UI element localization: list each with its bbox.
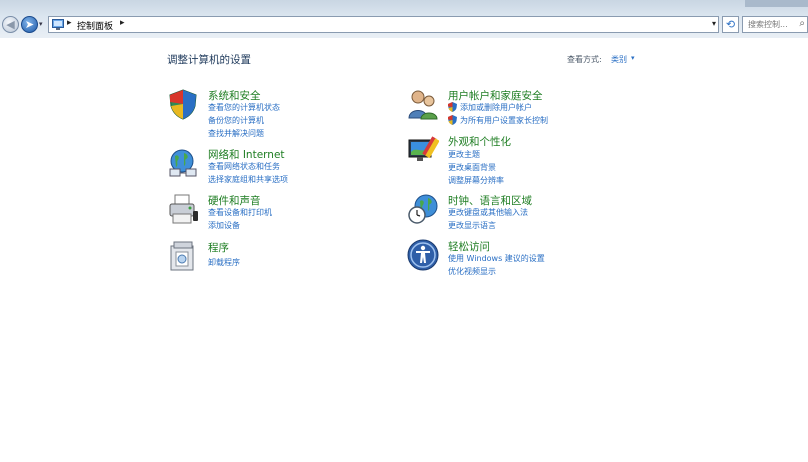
link-change-theme[interactable]: 更改主题: [448, 149, 480, 160]
refresh-button[interactable]: ⟲: [722, 16, 739, 33]
link-recommended-settings[interactable]: 使用 Windows 建议的设置: [448, 253, 545, 264]
link-add-remove-accounts[interactable]: 添加或删除用户帐户: [460, 102, 532, 113]
category-appearance: 外观和个性化 更改主题 更改桌面背景 调整屏幕分辨率: [407, 134, 627, 186]
address-bar[interactable]: ▸ 控制面板 ▸ ▾: [48, 16, 719, 33]
link-add-device[interactable]: 添加设备: [208, 220, 240, 231]
search-icon[interactable]: ⌕: [799, 18, 805, 29]
link-view-computer-status[interactable]: 查看您的计算机状态: [208, 102, 280, 113]
category-programs: 程序 卸载程序: [167, 240, 387, 272]
navigation-bar: ◀ ➤ ▾ ▸ 控制面板 ▸ ▾ ⟲ 搜索控制... ⌕: [0, 0, 808, 38]
link-change-desktop-background[interactable]: 更改桌面背景: [448, 162, 496, 173]
link-view-network-status[interactable]: 查看网络状态和任务: [208, 161, 280, 172]
category-network-internet: 网络和 Internet 查看网络状态和任务 选择家庭组和共享选项: [167, 147, 387, 187]
category-title-network-internet[interactable]: 网络和 Internet: [208, 147, 285, 162]
category-title-programs[interactable]: 程序: [208, 240, 229, 255]
programs-box-icon: [170, 241, 194, 271]
network-globe-icon: [169, 149, 197, 177]
category-system-security: 系统和安全 查看您的计算机状态 备份您的计算机 查找并解决问题: [167, 88, 387, 140]
view-by-label: 查看方式:: [567, 55, 602, 64]
printer-icon: [169, 194, 198, 224]
view-by-dropdown[interactable]: 类别: [611, 54, 627, 65]
link-parental-controls[interactable]: 为所有用户设置家长控制: [460, 115, 548, 126]
breadcrumb-separator-icon[interactable]: ▸: [67, 18, 72, 28]
link-uninstall-program[interactable]: 卸载程序: [208, 257, 240, 268]
uac-shield-icon: [448, 102, 457, 112]
category-hardware-sound: 硬件和声音 查看设备和打印机 添加设备: [167, 193, 387, 233]
view-by-dropdown-icon[interactable]: ▾: [631, 54, 635, 62]
category-title-system-security[interactable]: 系统和安全: [208, 88, 261, 103]
back-button[interactable]: ◀: [2, 16, 19, 33]
category-title-user-accounts[interactable]: 用户帐户和家庭安全: [448, 88, 543, 103]
history-dropdown-icon[interactable]: ▾: [39, 20, 43, 28]
breadcrumb-separator-icon[interactable]: ▸: [120, 18, 125, 28]
category-user-accounts: 用户帐户和家庭安全 添加或删除用户帐户 为所有用户设置家长控制: [407, 88, 627, 128]
category-clock-language-region: 时钟、语言和区域 更改键盘或其他输入法 更改显示语言: [407, 193, 627, 233]
link-change-display-language[interactable]: 更改显示语言: [448, 220, 496, 231]
forward-button[interactable]: ➤: [21, 16, 38, 33]
uac-shield-icon: [448, 115, 457, 125]
link-homegroup-sharing[interactable]: 选择家庭组和共享选项: [208, 174, 288, 185]
clock-globe-icon: [408, 194, 438, 224]
monitor-paint-icon: [408, 136, 439, 161]
link-change-keyboard-input[interactable]: 更改键盘或其他输入法: [448, 207, 528, 218]
link-optimize-video[interactable]: 优化视频显示: [448, 266, 496, 277]
link-backup-computer[interactable]: 备份您的计算机: [208, 115, 264, 126]
category-title-appearance[interactable]: 外观和个性化: [448, 134, 511, 149]
category-title-clock-language-region[interactable]: 时钟、语言和区域: [448, 193, 532, 208]
control-panel-icon: [52, 19, 64, 30]
breadcrumb-control-panel[interactable]: 控制面板: [77, 19, 113, 32]
address-dropdown-icon[interactable]: ▾: [712, 19, 716, 28]
page-title: 调整计算机的设置: [167, 54, 251, 66]
accessibility-icon: [407, 239, 439, 271]
refresh-icon: ⟲: [725, 18, 736, 31]
category-ease-of-access: 轻松访问 使用 Windows 建议的设置 优化视频显示: [407, 239, 627, 279]
link-adjust-resolution[interactable]: 调整屏幕分辨率: [448, 175, 504, 186]
search-box[interactable]: 搜索控制... ⌕: [742, 16, 808, 33]
shield-icon: [169, 89, 197, 120]
category-title-hardware-sound[interactable]: 硬件和声音: [208, 193, 261, 208]
window-controls[interactable]: [745, 0, 808, 7]
search-input[interactable]: 搜索控制...: [748, 19, 788, 30]
category-title-ease-of-access[interactable]: 轻松访问: [448, 239, 490, 254]
link-find-fix-problems[interactable]: 查找并解决问题: [208, 128, 264, 139]
link-view-devices-printers[interactable]: 查看设备和打印机: [208, 207, 272, 218]
users-icon: [408, 90, 438, 120]
